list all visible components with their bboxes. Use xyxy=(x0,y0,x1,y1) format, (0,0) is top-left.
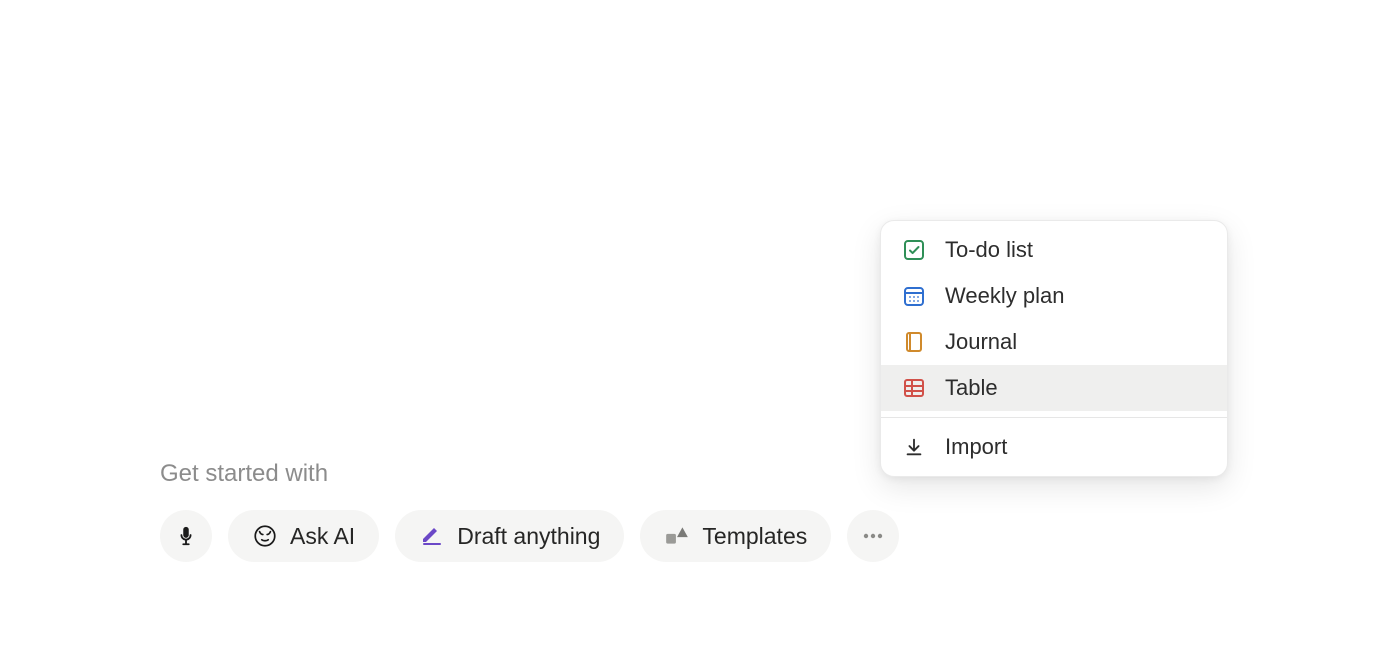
menu-item-todo-list[interactable]: To-do list xyxy=(881,227,1227,273)
templates-button[interactable]: Templates xyxy=(640,510,831,562)
pill-row: Ask AI Draft anything Templates xyxy=(160,510,899,562)
ask-ai-button[interactable]: Ask AI xyxy=(228,510,379,562)
pencil-line-icon xyxy=(419,523,445,549)
menu-item-weekly-plan[interactable]: Weekly plan xyxy=(881,273,1227,319)
draft-anything-label: Draft anything xyxy=(457,523,600,550)
get-started-heading: Get started with xyxy=(160,460,899,488)
journal-book-icon xyxy=(901,329,927,355)
menu-item-table[interactable]: Table xyxy=(881,365,1227,411)
templates-label: Templates xyxy=(702,523,807,550)
calendar-icon xyxy=(901,283,927,309)
table-grid-icon xyxy=(901,375,927,401)
menu-separator xyxy=(881,417,1227,418)
shapes-icon xyxy=(664,523,690,549)
voice-button[interactable] xyxy=(160,510,212,562)
menu-item-label: Journal xyxy=(945,329,1017,355)
more-options-button[interactable] xyxy=(847,510,899,562)
microphone-icon xyxy=(173,523,199,549)
ask-ai-label: Ask AI xyxy=(290,523,355,550)
draft-anything-button[interactable]: Draft anything xyxy=(395,510,624,562)
get-started-section: Get started with Ask AI xyxy=(160,460,899,562)
menu-item-label: Import xyxy=(945,434,1007,460)
menu-item-label: To-do list xyxy=(945,237,1033,263)
menu-item-journal[interactable]: Journal xyxy=(881,319,1227,365)
ask-ai-face-icon xyxy=(252,523,278,549)
menu-item-label: Weekly plan xyxy=(945,283,1064,309)
more-options-menu: To-do list Weekly plan Journal xyxy=(880,220,1228,477)
menu-item-label: Table xyxy=(945,375,998,401)
import-download-icon xyxy=(901,434,927,460)
todo-checkbox-icon xyxy=(901,237,927,263)
more-horizontal-icon xyxy=(860,523,886,549)
menu-item-import[interactable]: Import xyxy=(881,424,1227,470)
